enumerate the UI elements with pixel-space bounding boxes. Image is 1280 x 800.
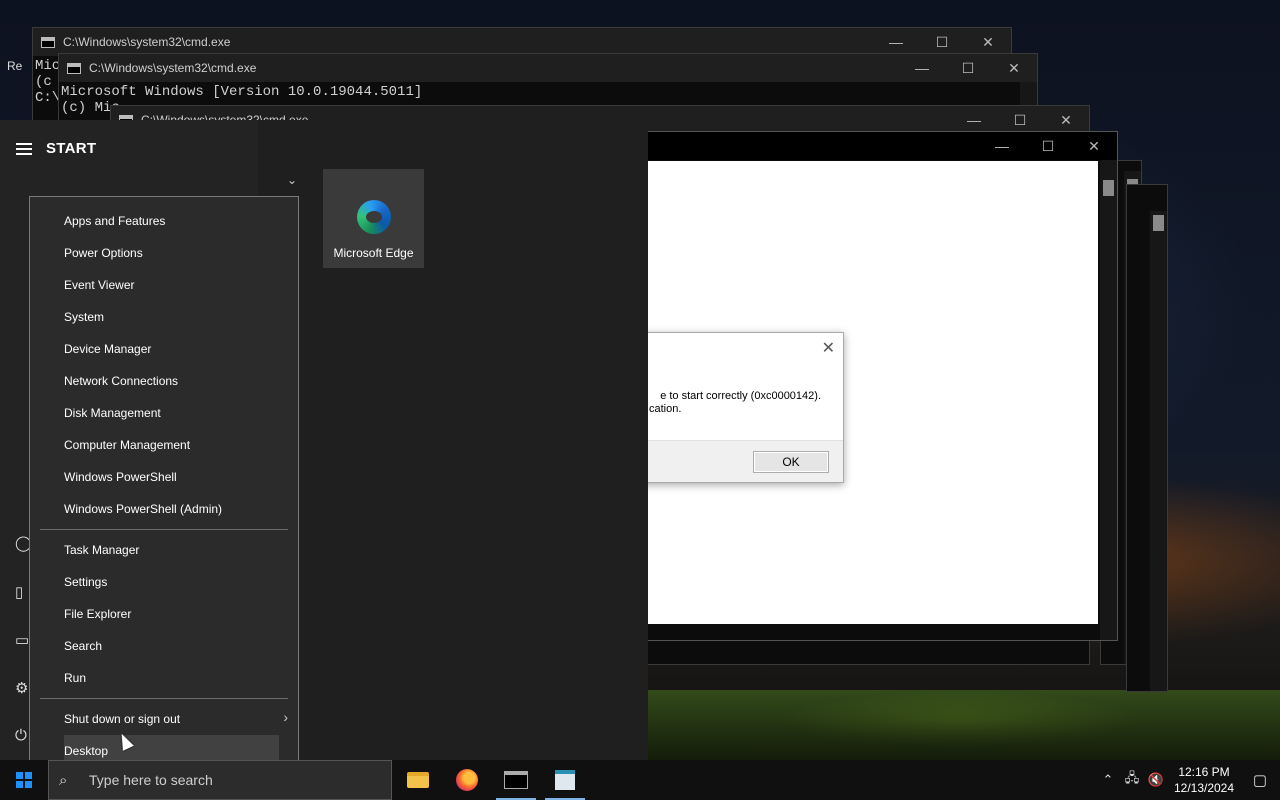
cmd-window-2-title: C:\Windows\system32\cmd.exe (89, 61, 257, 75)
menu-item-computer-management[interactable]: Computer Management (64, 429, 284, 461)
cmd-icon (67, 62, 81, 74)
notepad-icon (555, 770, 575, 790)
menu-item-disk-management[interactable]: Disk Management (64, 397, 284, 429)
cmd-window-1-title: C:\Windows\system32\cmd.exe (63, 35, 231, 49)
search-placeholder: Type here to search (89, 772, 213, 788)
menu-item-network-connections[interactable]: Network Connections (64, 365, 284, 397)
clock-time: 12:16 PM (1178, 765, 1230, 779)
menu-item-task-manager[interactable]: Task Manager (64, 534, 284, 566)
tile-label: Microsoft Edge (333, 246, 414, 260)
submenu-arrow-icon: › (283, 709, 288, 725)
menu-item-shut-down-or-sign-out[interactable]: Shut down or sign out (64, 703, 284, 735)
application-error-dialog[interactable]: ✕ e to start correctly (0xc0000142). cati… (620, 332, 844, 483)
clock-date: 12/13/2024 (1173, 781, 1235, 795)
menu-item-run[interactable]: Run (64, 662, 284, 694)
hamburger-menu-icon[interactable] (16, 142, 32, 155)
menu-item-windows-powershell[interactable]: Windows PowerShell (64, 461, 284, 493)
menu-separator (40, 698, 288, 699)
taskbar-search-box[interactable]: ⌕ Type here to search (48, 760, 392, 800)
start-header[interactable]: START (16, 140, 96, 157)
maximize-button[interactable]: ☐ (1025, 132, 1071, 160)
vertical-scrollbar[interactable] (1150, 211, 1167, 691)
menu-item-windows-powershell-admin[interactable]: Windows PowerShell (Admin) (64, 493, 284, 525)
close-button[interactable]: ✕ (991, 54, 1037, 82)
menu-item-apps-and-features[interactable]: Apps and Features (64, 205, 284, 237)
firefox-icon (456, 769, 478, 791)
menu-item-event-viewer[interactable]: Event Viewer (64, 269, 284, 301)
stacked-window-b[interactable] (1126, 184, 1168, 692)
cmd-icon (41, 36, 55, 48)
taskbar-cmd[interactable] (492, 760, 540, 800)
minimize-button[interactable]: — (951, 106, 997, 134)
minimize-button[interactable]: — (899, 54, 945, 82)
menu-item-file-explorer[interactable]: File Explorer (64, 598, 284, 630)
minimize-button[interactable]: — (979, 132, 1025, 160)
windows-logo-icon (16, 772, 32, 788)
menu-item-settings[interactable]: Settings (64, 566, 284, 598)
clock[interactable]: 12:16 PM 12/13/2024 (1168, 764, 1240, 796)
menu-item-power-options[interactable]: Power Options (64, 237, 284, 269)
scroll-thumb[interactable] (1153, 215, 1164, 231)
desktop-partial-label: Re (7, 59, 23, 73)
file-explorer-icon (407, 772, 429, 788)
cmd-window-1-titlebar[interactable]: C:\Windows\system32\cmd.exe — ☐ ✕ (33, 28, 1011, 56)
menu-separator (40, 529, 288, 530)
start-title: START (46, 140, 97, 157)
taskbar-file-explorer[interactable] (394, 760, 442, 800)
console-line: Microsoft Windows [Version 10.0.19044.50… (61, 84, 423, 100)
maximize-button[interactable]: ☐ (945, 54, 991, 82)
volume-muted-icon[interactable]: 🔇 (1144, 772, 1168, 788)
maximize-button[interactable]: ☐ (919, 28, 965, 56)
chevron-up-icon[interactable]: ⌃ (1096, 772, 1120, 788)
dialog-message-line: e to start correctly (0xc0000142). (660, 390, 821, 402)
taskbar-firefox[interactable] (443, 760, 491, 800)
network-icon[interactable]: 🖧 (1120, 769, 1144, 791)
chevron-down-icon[interactable]: ⌄ (287, 173, 297, 187)
cmd-icon (504, 771, 528, 789)
close-button[interactable]: ✕ (1071, 132, 1117, 160)
maximize-button[interactable]: ☐ (997, 106, 1043, 134)
tile-microsoft-edge[interactable]: Microsoft Edge (323, 169, 424, 268)
menu-item-system[interactable]: System (64, 301, 284, 333)
winx-context-menu: Apps and Features Power Options Event Vi… (29, 196, 299, 776)
close-button[interactable]: ✕ (1043, 106, 1089, 134)
taskbar-notepad[interactable] (541, 760, 589, 800)
cmd-window-2-titlebar[interactable]: C:\Windows\system32\cmd.exe — ☐ ✕ (59, 54, 1037, 82)
system-tray: ⌃ 🖧 🔇 12:16 PM 12/13/2024 ▢ (1096, 760, 1280, 800)
menu-item-search[interactable]: Search (64, 630, 284, 662)
action-center-icon[interactable]: ▢ (1240, 771, 1280, 789)
scroll-thumb[interactable] (1103, 180, 1114, 196)
menu-item-device-manager[interactable]: Device Manager (64, 333, 284, 365)
desktop-wallpaper-ground (640, 690, 1280, 760)
dialog-close-button[interactable]: ✕ (822, 338, 835, 358)
dialog-message-line: cation. (649, 403, 682, 415)
minimize-button[interactable]: — (873, 28, 919, 56)
vertical-scrollbar[interactable] (1100, 160, 1117, 640)
edge-icon (356, 200, 391, 234)
taskbar: ⌕ Type here to search ⌃ 🖧 🔇 12:16 PM 12/… (0, 760, 1280, 800)
ok-button[interactable]: OK (753, 451, 829, 473)
dialog-footer: OK (621, 440, 843, 482)
close-button[interactable]: ✕ (965, 28, 1011, 56)
search-icon: ⌕ (59, 771, 68, 789)
dialog-message: e to start correctly (0xc0000142). cation… (621, 390, 839, 416)
start-button[interactable] (0, 760, 48, 800)
